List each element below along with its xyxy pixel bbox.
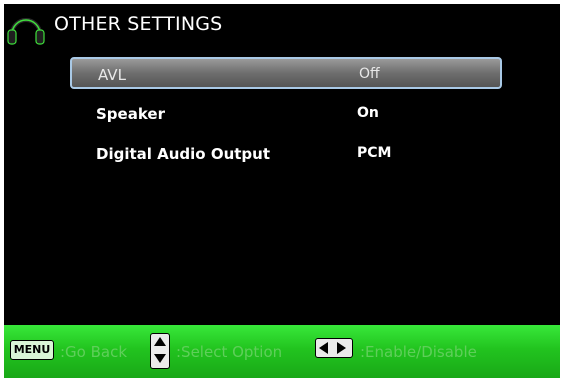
header: OTHER SETTINGS <box>4 4 560 48</box>
help-bar: MENU :Go Back :Select Option :Enable/Dis… <box>4 325 560 378</box>
enable-disable-hint: :Enable/Disable <box>360 343 477 361</box>
menu-item-value: On <box>357 105 379 121</box>
menu-item-speaker[interactable]: Speaker On <box>70 98 502 130</box>
page-title: OTHER SETTINGS <box>54 13 223 35</box>
menu-item-label: Speaker <box>96 105 165 123</box>
menu-item-label: Digital Audio Output <box>96 145 271 163</box>
osd-screen: OTHER SETTINGS AVL Off Speaker On Digita… <box>4 4 560 378</box>
left-right-key-icon <box>315 338 353 358</box>
select-option-hint: :Select Option <box>176 343 283 361</box>
menu-item-value: PCM <box>357 145 392 161</box>
headset-icon <box>7 18 45 45</box>
menu-item-avl[interactable]: AVL Off <box>70 57 502 89</box>
up-down-key-icon <box>150 333 170 369</box>
menu-item-label: AVL <box>98 66 126 84</box>
go-back-hint: :Go Back <box>60 343 128 361</box>
menu-key-icon: MENU <box>10 340 54 360</box>
menu-item-digital-audio-output[interactable]: Digital Audio Output PCM <box>70 138 502 170</box>
menu-item-value: Off <box>359 66 380 82</box>
